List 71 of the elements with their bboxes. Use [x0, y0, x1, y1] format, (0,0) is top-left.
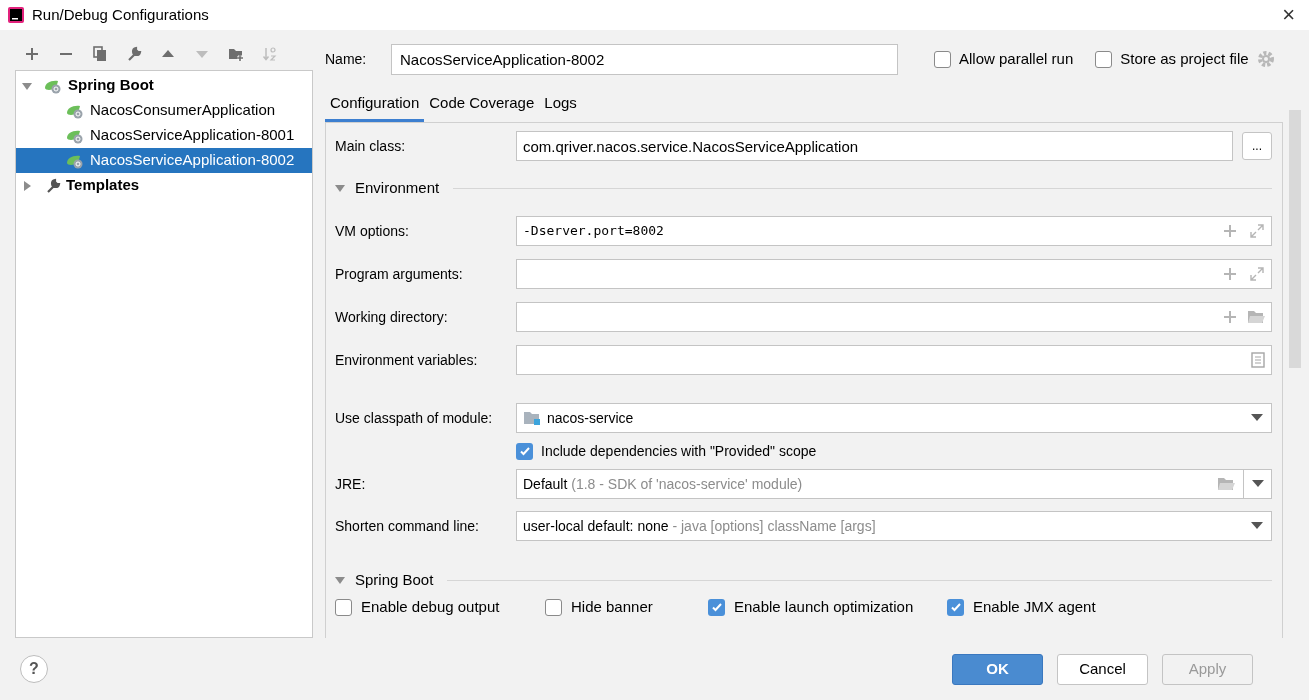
- checkbox[interactable]: [545, 598, 562, 616]
- tab[interactable]: Code Coverage: [424, 88, 540, 122]
- tree-item[interactable]: Templates: [16, 173, 312, 198]
- checkbox-label: Store as project file: [1120, 48, 1249, 69]
- dropdown-caret-icon[interactable]: [1251, 480, 1264, 488]
- input-field[interactable]: -Dserver.port=8002: [516, 216, 1272, 246]
- name-field[interactable]: NacosServiceApplication-8002: [391, 43, 898, 75]
- caret-icon[interactable]: [22, 180, 32, 191]
- module-dropdown[interactable]: nacos-service: [516, 403, 1272, 433]
- checkbox-label: Enable debug output: [361, 596, 500, 617]
- field-label: Working directory:: [335, 307, 449, 327]
- expand-icon[interactable]: [1249, 266, 1265, 282]
- app-logo-icon: [8, 7, 24, 23]
- caret-icon[interactable]: [335, 575, 345, 585]
- field-value: -Dserver.port=8002: [523, 223, 664, 239]
- checkbox-label: Hide banner: [571, 596, 653, 617]
- shorten-dropdown[interactable]: user-local default: none - java [options] className [args]: [516, 511, 1272, 541]
- checkbox[interactable]: [708, 598, 725, 616]
- tree-item[interactable]: NacosServiceApplication-8001: [16, 123, 312, 148]
- module-folder-icon: [523, 410, 541, 426]
- field-label: Use classpath of module:: [335, 408, 494, 428]
- checkbox-label: Allow parallel run: [959, 48, 1074, 69]
- dialog-button[interactable]: Cancel: [1057, 653, 1148, 685]
- expand-icon[interactable]: [1249, 223, 1265, 239]
- caret-icon[interactable]: [335, 183, 345, 193]
- field-label: Shorten command line:: [335, 516, 480, 536]
- dialog-button[interactable]: OK: [952, 653, 1043, 685]
- plus-icon[interactable]: [1223, 267, 1237, 281]
- folder-icon[interactable]: [1247, 310, 1265, 324]
- checkbox[interactable]: [947, 598, 964, 616]
- dropdown-caret-icon[interactable]: [1251, 414, 1263, 422]
- jre-dropdown[interactable]: Default (1.8 - SDK of 'nacos-service' module): [516, 469, 1272, 499]
- tree-item[interactable]: Spring Boot: [16, 73, 312, 98]
- field-label: JRE:: [335, 474, 367, 494]
- tab[interactable]: Logs: [539, 88, 582, 122]
- name-label: Name:: [325, 49, 368, 69]
- input-field[interactable]: [516, 259, 1272, 289]
- document-icon[interactable]: [1251, 352, 1265, 368]
- field-label: Program arguments:: [335, 264, 464, 284]
- section-title: Environment: [355, 177, 440, 198]
- plus-icon[interactable]: [1223, 224, 1237, 238]
- checkmark-icon: [518, 445, 531, 457]
- caret-icon[interactable]: [22, 80, 32, 91]
- main-class-field[interactable]: com.qriver.nacos.service.NacosServiceApplication: [516, 131, 1233, 161]
- gear-icon[interactable]: [1256, 50, 1275, 68]
- checkbox[interactable]: [934, 50, 951, 68]
- close-button[interactable]: ×: [1276, 4, 1301, 26]
- field-label: VM options:: [335, 221, 410, 241]
- plus-icon[interactable]: [1223, 310, 1237, 324]
- checkmark-icon: [949, 601, 962, 613]
- checkbox-label: Enable launch optimization: [734, 596, 914, 617]
- checkbox[interactable]: [1095, 50, 1113, 68]
- field-label: Main class:: [335, 136, 407, 156]
- dropdown-caret-icon[interactable]: [1251, 522, 1263, 530]
- tree-item[interactable]: NacosServiceApplication-8002: [16, 148, 312, 173]
- window-title: Run/Debug Configurations: [32, 4, 210, 25]
- checkbox[interactable]: [516, 442, 533, 460]
- tree-item[interactable]: NacosConsumerApplication: [16, 98, 312, 123]
- checkbox-label: Include dependencies with "Provided" scope: [541, 441, 817, 461]
- folder-icon[interactable]: [1217, 477, 1235, 491]
- checkbox-label: Enable JMX agent: [973, 596, 1096, 617]
- browse-button[interactable]: ...: [1242, 132, 1272, 160]
- checkbox[interactable]: [335, 598, 352, 616]
- field-label: Environment variables:: [335, 350, 479, 370]
- checkmark-icon: [710, 601, 723, 613]
- section-title: Spring Boot: [355, 569, 434, 590]
- input-field[interactable]: [516, 302, 1272, 332]
- tab[interactable]: Configuration: [325, 88, 425, 122]
- scrollbar[interactable]: [1289, 110, 1301, 368]
- help-button[interactable]: ?: [20, 655, 48, 683]
- input-field[interactable]: [516, 345, 1272, 375]
